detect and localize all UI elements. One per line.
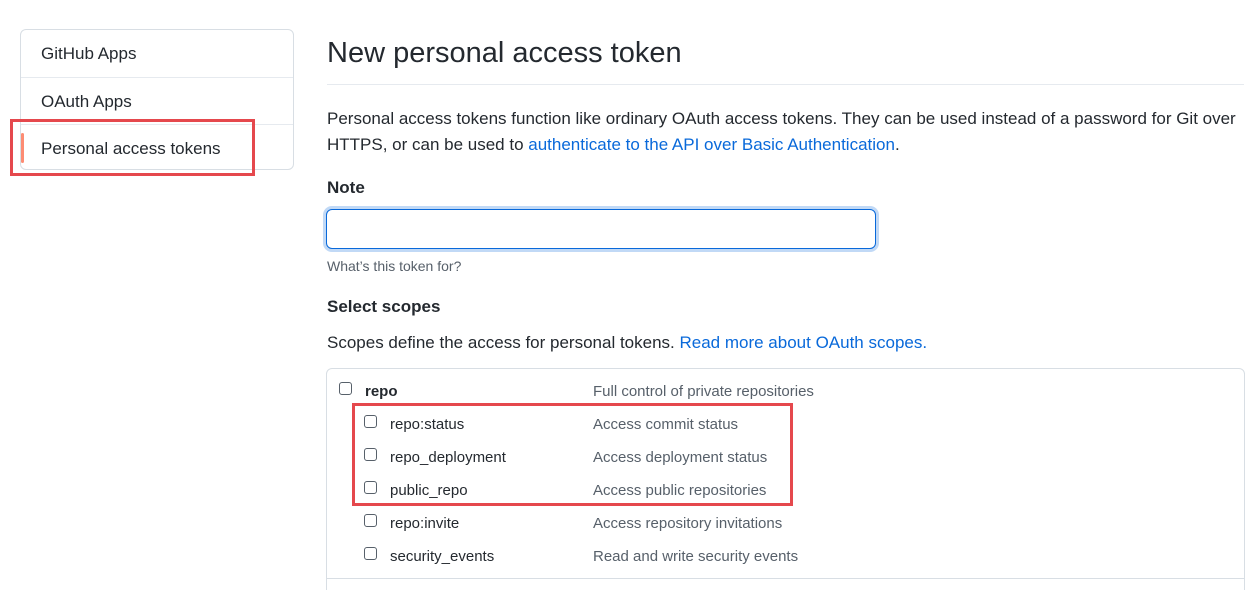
sidebar-item-label: OAuth Apps [41, 92, 132, 111]
scope-name-public-repo: public_repo [390, 482, 468, 499]
select-scopes-heading: Select scopes [327, 297, 441, 316]
scope-checkbox-security-events[interactable] [364, 547, 377, 560]
scope-name-repo-deployment: repo_deployment [390, 449, 506, 466]
scopes-description: Scopes define the access for personal to… [327, 331, 927, 355]
scope-description-repo-status: Access commit status [593, 416, 739, 433]
developer-settings-sidebar: GitHub Apps OAuth Apps Personal access t… [20, 29, 294, 170]
scope-description-repo-deployment: Access deployment status [593, 449, 768, 466]
scopes-group-divider [326, 578, 1245, 579]
scope-description-repo: Full control of private repositories [593, 383, 814, 400]
note-hint: What’s this token for? [327, 258, 462, 274]
sidebar-item-personal-access-tokens[interactable]: Personal access tokens [21, 124, 293, 169]
scope-description-public-repo: Access public repositories [593, 482, 767, 499]
scope-name-repo-invite: repo:invite [390, 515, 460, 532]
scope-name-security-events: security_events [390, 548, 495, 565]
note-label: Note [327, 178, 365, 197]
basic-auth-link[interactable]: authenticate to the API over Basic Authe… [528, 135, 895, 154]
description-end: . [894, 135, 900, 154]
sidebar-item-oauth-apps[interactable]: OAuth Apps [21, 77, 293, 124]
title-divider [327, 84, 1244, 85]
scope-checkbox-repo[interactable] [339, 382, 352, 395]
scope-description-repo-invite: Access repository invitations [593, 515, 783, 532]
note-input[interactable] [326, 209, 876, 249]
scope-name-repo: repo [365, 383, 398, 400]
scopes-description-text: Scopes define the access for personal to… [327, 333, 680, 352]
oauth-scopes-link[interactable]: Read more about OAuth scopes. [679, 333, 927, 352]
sidebar-item-github-apps[interactable]: GitHub Apps [21, 30, 293, 77]
scope-name-repo-status: repo:status [390, 416, 465, 433]
scope-checkbox-repo-invite[interactable] [364, 514, 377, 527]
sidebar-item-label: Personal access tokens [41, 139, 221, 158]
settings-page: GitHub Apps OAuth Apps Personal access t… [0, 0, 1256, 590]
scope-checkbox-repo-status[interactable] [364, 415, 377, 428]
scope-description-security-events: Read and write security events [593, 548, 799, 565]
scope-checkbox-public-repo[interactable] [364, 481, 377, 494]
page-description: Personal access tokens function like ord… [327, 106, 1252, 158]
sidebar-item-label: GitHub Apps [41, 44, 137, 63]
page-title: New personal access token [327, 37, 682, 69]
scope-checkbox-repo-deployment[interactable] [364, 448, 377, 461]
